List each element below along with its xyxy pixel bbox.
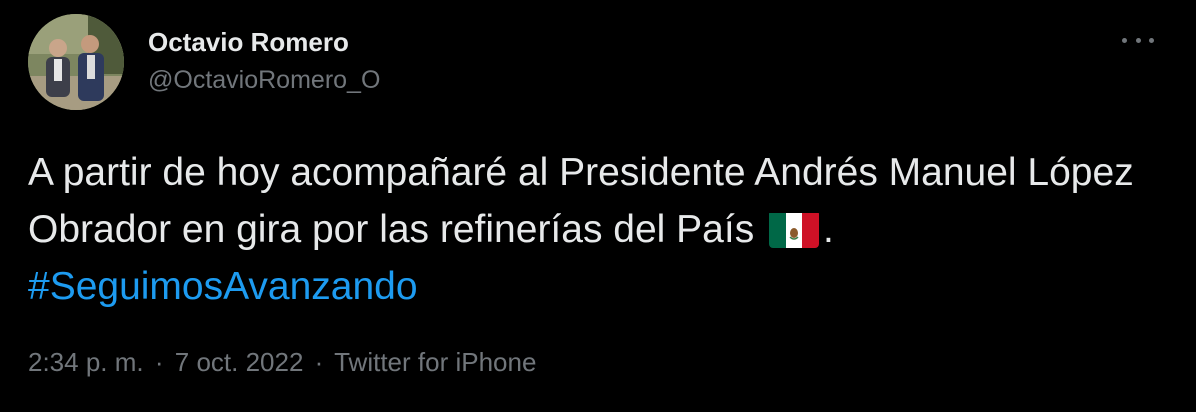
tweet-text-punct: . [823, 208, 834, 251]
tweet-card: Octavio Romero @OctavioRomero_O A partir… [0, 0, 1196, 412]
mexico-flag-emoji [769, 210, 820, 248]
more-dot [1149, 37, 1154, 43]
hashtag-link[interactable]: #SeguimosAvanzando [28, 265, 418, 308]
more-options-button[interactable] [1122, 30, 1154, 50]
tweet-text: A partir de hoy acompañaré al Presidente… [28, 144, 1168, 315]
tweet-time[interactable]: 2:34 p. m. [28, 347, 144, 377]
tweet-source[interactable]: Twitter for iPhone [334, 347, 536, 377]
avatar-photo [28, 14, 124, 110]
avatar[interactable] [28, 14, 124, 110]
author-block: Octavio Romero @OctavioRomero_O [148, 26, 380, 96]
author-display-name[interactable]: Octavio Romero [148, 26, 380, 58]
meta-separator: · [314, 347, 324, 377]
meta-separator: · [154, 347, 164, 377]
more-dot [1135, 37, 1141, 43]
mexico-flag-icon [769, 213, 820, 248]
tweet-meta: 2:34 p. m. · 7 oct. 2022 · Twitter for i… [28, 345, 536, 379]
tweet-text-body: A partir de hoy acompañaré al Presidente… [28, 151, 1134, 251]
author-handle[interactable]: @OctavioRomero_O [148, 64, 380, 96]
tweet-date[interactable]: 7 oct. 2022 [175, 347, 304, 377]
more-horizontal-icon [1122, 37, 1127, 43]
